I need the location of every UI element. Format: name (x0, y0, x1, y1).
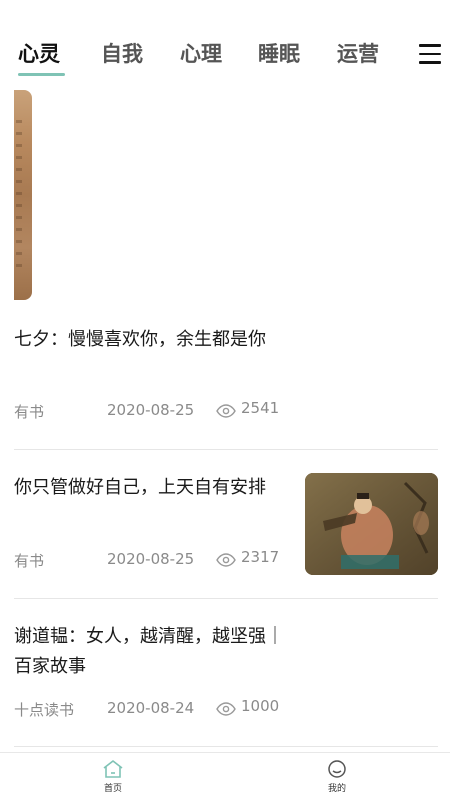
article-views: 2541 (241, 399, 280, 417)
nav-profile[interactable]: 我的 (307, 759, 367, 794)
divider (14, 449, 438, 450)
hamburger-menu-icon[interactable] (419, 44, 441, 64)
bottom-navigation: 首页 我的 (0, 752, 450, 801)
eye-icon (216, 702, 236, 716)
category-tabs: 心灵 自我 心理 睡眠 运营 (0, 0, 450, 90)
article-item[interactable]: 你只管做好自己，上天自有安排 有书 2020-08-25 2317 (14, 473, 438, 578)
article-date: 2020-08-25 (107, 550, 195, 568)
article-item[interactable]: 谢道韫：女人，越清醒，越坚强｜百家故事 十点读书 2020-08-24 1000 (14, 622, 438, 727)
eye-icon (216, 404, 236, 418)
article-source: 有书 (14, 552, 45, 570)
article-views: 2317 (241, 548, 280, 566)
painting-figure-image (305, 473, 438, 575)
article-item[interactable]: 七夕：慢慢喜欢你，余生都是你 有书 2020-08-25 2541 (14, 325, 438, 430)
tab-xinli[interactable]: 心理 (180, 38, 222, 70)
profile-icon (328, 760, 346, 778)
tab-yunying[interactable]: 运营 (337, 38, 379, 70)
nav-home-label: 首页 (103, 784, 122, 794)
article-views: 1000 (241, 697, 280, 715)
article-title[interactable]: 七夕：慢慢喜欢你，余生都是你 (14, 325, 284, 355)
active-tab-indicator (18, 73, 65, 76)
article-source: 有书 (14, 403, 45, 421)
article-date: 2020-08-24 (107, 699, 195, 717)
tab-shuimian[interactable]: 睡眠 (258, 38, 300, 70)
nav-home[interactable]: 首页 (83, 759, 143, 794)
divider (14, 598, 438, 599)
tab-ziwo[interactable]: 自我 (101, 38, 143, 70)
article-source: 十点读书 (14, 701, 75, 719)
divider (14, 746, 438, 747)
article-date: 2020-08-25 (107, 401, 195, 419)
article-title[interactable]: 你只管做好自己，上天自有安排 (14, 473, 284, 503)
nav-profile-label: 我的 (327, 784, 346, 794)
eye-icon (216, 553, 236, 567)
tab-xinling[interactable]: 心灵 (18, 38, 60, 70)
banner-image[interactable] (14, 90, 32, 300)
article-title[interactable]: 谢道韫：女人，越清醒，越坚强｜百家故事 (14, 622, 284, 682)
article-thumbnail[interactable] (305, 473, 438, 575)
home-icon (103, 760, 123, 778)
